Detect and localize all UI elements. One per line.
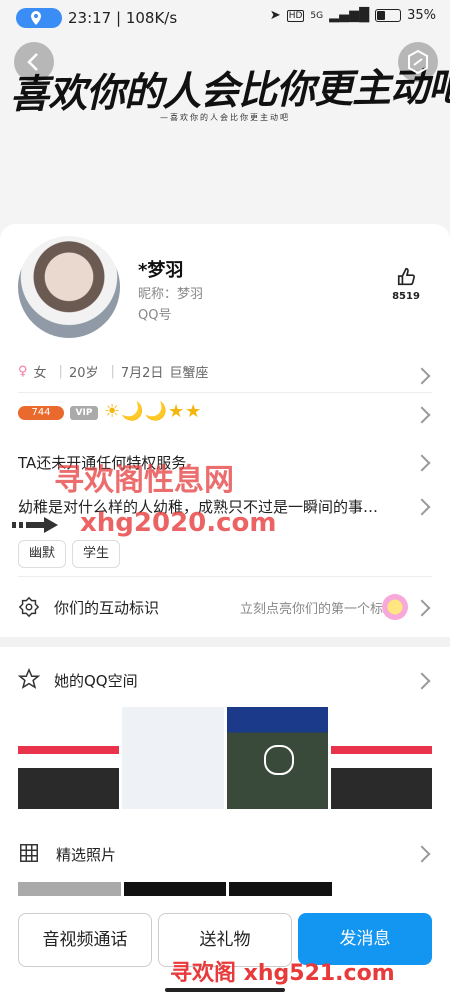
section-gap (0, 637, 450, 647)
profile-qq: QQ号 (138, 308, 172, 323)
hexagon-button[interactable] (398, 42, 438, 82)
flower-icon (382, 594, 408, 620)
badge-gear-icon (18, 596, 40, 618)
qzone-thumbnail[interactable] (226, 707, 328, 809)
arrow-right-icon (12, 517, 58, 533)
gender: 女 (33, 366, 47, 381)
qzone-thumbnail[interactable] (330, 707, 432, 809)
status-bar: 23:17 | 108K/s ➤ HD 5G ▂▄▆█ 35% (0, 0, 450, 36)
navigation-icon: ➤ (269, 8, 281, 23)
divider (18, 392, 432, 393)
qzone-label[interactable]: 她的QQ空间 (54, 670, 138, 691)
network-label: 5G (310, 10, 324, 21)
like-button[interactable] (392, 266, 422, 292)
qzone-thumbnail[interactable] (18, 707, 120, 809)
status-icons: ➤ HD 5G ▂▄▆█ 35% (270, 8, 436, 23)
tag-humor[interactable]: 幽默 (18, 540, 67, 568)
play-icon (264, 745, 295, 775)
like-count: 8519 (392, 291, 420, 302)
level-badge[interactable]: 744 (18, 406, 64, 420)
level-glyphs: ☀🌙🌙★★ (104, 401, 203, 422)
chevron-left-icon (27, 53, 38, 71)
gender-icon: ♀ (18, 364, 28, 379)
age: 20岁 (68, 366, 99, 381)
hd-icon: HD (286, 9, 305, 22)
thumbs-up-icon (397, 267, 415, 286)
location-pill (16, 8, 62, 28)
back-button[interactable] (14, 42, 54, 82)
signal-icon: ▂▄▆█ (329, 8, 370, 23)
vip-badge[interactable]: VIP (70, 406, 98, 420)
divider (18, 576, 432, 577)
watermark-url: xhg2020.com (80, 508, 277, 538)
profile-nickname: 昵称：梦羽 (138, 287, 204, 302)
qzone-thumbnail[interactable] (122, 707, 224, 809)
hexagon-icon (408, 49, 428, 75)
watermark-footer: 寻欢阁 xhg521.com (170, 961, 395, 986)
profile-name: *梦羽 (138, 260, 184, 281)
basic-info-row[interactable]: ♀ 女 | 20岁 | 7月2日 巨蟹座 (18, 362, 432, 381)
birthday: 7月2日 (120, 366, 164, 381)
home-indicator[interactable] (165, 988, 285, 992)
zodiac: 巨蟹座 (169, 366, 209, 381)
cover-banner-text: 喜欢你的人会比你更主动吧 (9, 63, 450, 118)
battery-icon (375, 9, 402, 22)
star-icon (18, 668, 40, 689)
av-call-button[interactable]: 音视频通话 (18, 913, 152, 967)
tag-student[interactable]: 学生 (72, 540, 121, 568)
qzone-thumbnails[interactable] (18, 707, 432, 809)
cover-banner-subtext: —喜欢你的人会比你更主动吧 (160, 113, 290, 122)
interaction-label[interactable]: 你们的互动标识 (54, 597, 159, 618)
avatar[interactable] (18, 236, 120, 338)
featured-photos-strip[interactable] (18, 882, 333, 896)
featured-photos-label[interactable]: 精选照片 (56, 844, 116, 865)
status-time: 23:17 | 108K/s (68, 9, 178, 27)
watermark-text: 寻欢阁性息网 (54, 463, 234, 498)
location-icon (31, 11, 41, 25)
grid-icon (20, 844, 38, 862)
interaction-hint[interactable]: 立刻点亮你们的第一个标识 (240, 598, 396, 617)
battery-percent: 35% (407, 8, 436, 23)
